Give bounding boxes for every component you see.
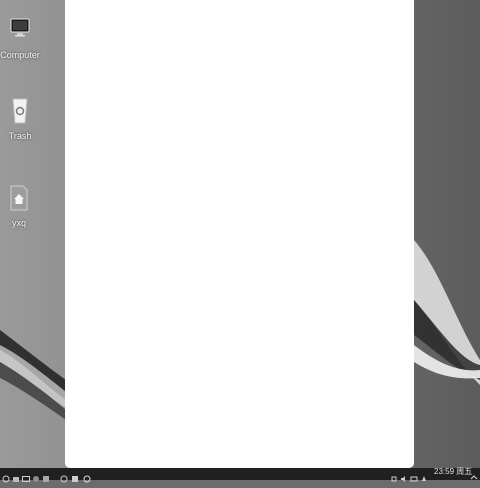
computer-icon [8,16,32,40]
home-folder-icon [7,184,31,211]
taskbar: 23:59 周五 [0,468,480,483]
volume-icon[interactable] [400,470,408,482]
launcher-icon[interactable] [2,470,10,483]
desktop-icon-home-folder[interactable]: yxq [0,184,43,228]
app-icon[interactable] [83,470,91,483]
wifi-icon[interactable] [470,470,478,480]
desktop-icon-trash[interactable]: Trash [0,97,44,141]
terminal-icon[interactable] [22,470,30,482]
trash-icon [8,97,32,124]
blank-window[interactable] [65,0,414,468]
desktop-icon-label: yxq [11,218,26,228]
network-icon[interactable] [390,470,398,482]
app-icon[interactable] [71,470,79,482]
browser-icon[interactable] [32,470,40,482]
app-icon[interactable] [60,470,68,483]
app-icon[interactable] [42,470,50,482]
desktop-icon-computer[interactable]: Computer [0,16,44,60]
file-manager-icon[interactable] [12,470,20,482]
keyboard-icon[interactable] [410,470,418,482]
desktop-icon-label: Computer [0,50,40,60]
desktop-icon-label: Trash [8,131,32,141]
clock[interactable]: 23:59 周五 [434,468,472,476]
notification-icon[interactable] [420,470,428,481]
